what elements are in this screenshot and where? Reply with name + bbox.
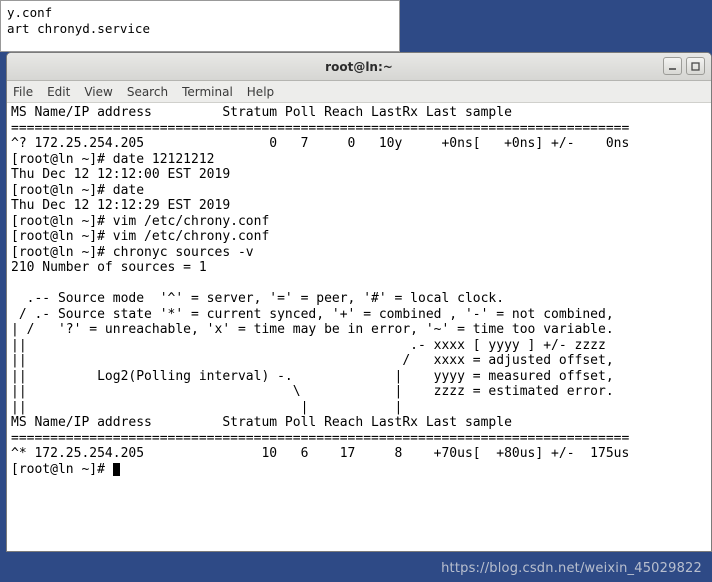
terminal-line: [root@ln ~]# xyxy=(11,462,113,477)
background-window: y.conf art chronyd.service xyxy=(0,0,400,52)
menu-file[interactable]: File xyxy=(13,85,33,99)
terminal-line: ^* 172.25.254.205 10 6 17 8 +70us[ +80us… xyxy=(11,446,629,461)
menubar: File Edit View Search Terminal Help xyxy=(7,81,711,103)
terminal-line: Thu Dec 12 12:12:00 EST 2019 xyxy=(11,167,230,182)
terminal-cursor xyxy=(113,463,120,476)
menu-view[interactable]: View xyxy=(84,85,112,99)
terminal-line: | / '?' = unreachable, 'x' = time may be… xyxy=(11,322,614,337)
terminal-line: ========================================… xyxy=(11,431,629,446)
terminal-line: ========================================… xyxy=(11,121,629,136)
terminal-line: [root@ln ~]# chronyc sources -v xyxy=(11,245,254,260)
terminal-line: || / xxxx = adjusted offset, xyxy=(11,353,614,368)
terminal-line: MS Name/IP address Stratum Poll Reach La… xyxy=(11,105,512,120)
menu-search[interactable]: Search xyxy=(127,85,168,99)
terminal-line: || Log2(Polling interval) -. | yyyy = me… xyxy=(11,369,614,384)
window-controls xyxy=(663,57,705,75)
terminal-line: Thu Dec 12 12:12:29 EST 2019 xyxy=(11,198,230,213)
menu-edit[interactable]: Edit xyxy=(47,85,70,99)
terminal-line: [root@ln ~]# vim /etc/chrony.conf xyxy=(11,214,269,229)
menu-terminal[interactable]: Terminal xyxy=(182,85,233,99)
maximize-icon xyxy=(691,62,700,71)
terminal-line: || | | xyxy=(11,400,402,415)
terminal-line: || .- xxxx [ yyyy ] +/- zzzz xyxy=(11,338,606,353)
terminal-line: [root@ln ~]# date 12121212 xyxy=(11,152,215,167)
terminal-line: 210 Number of sources = 1 xyxy=(11,260,207,275)
terminal-line: ^? 172.25.254.205 0 7 0 10y +0ns[ +0ns] … xyxy=(11,136,629,151)
window-title: root@ln:~ xyxy=(325,60,393,74)
bg-line1: y.conf xyxy=(7,5,52,20)
terminal-line: / .- Source state '*' = current synced, … xyxy=(11,307,614,322)
terminal-line: [root@ln ~]# date xyxy=(11,183,144,198)
minimize-icon xyxy=(668,62,677,71)
menu-help[interactable]: Help xyxy=(247,85,274,99)
minimize-button[interactable] xyxy=(663,57,682,75)
bg-line2: art chronyd.service xyxy=(7,21,150,36)
terminal-line: [root@ln ~]# vim /etc/chrony.conf xyxy=(11,229,269,244)
titlebar[interactable]: root@ln:~ xyxy=(7,53,711,81)
terminal-line: MS Name/IP address Stratum Poll Reach La… xyxy=(11,415,512,430)
terminal-body[interactable]: MS Name/IP address Stratum Poll Reach La… xyxy=(7,103,711,551)
terminal-window: root@ln:~ File Edit View Search Terminal… xyxy=(6,52,712,552)
watermark: https://blog.csdn.net/weixin_45029822 xyxy=(441,561,702,576)
maximize-button[interactable] xyxy=(686,57,705,75)
terminal-line: .-- Source mode '^' = server, '=' = peer… xyxy=(11,291,504,306)
terminal-line: || \ | zzzz = estimated error. xyxy=(11,384,614,399)
